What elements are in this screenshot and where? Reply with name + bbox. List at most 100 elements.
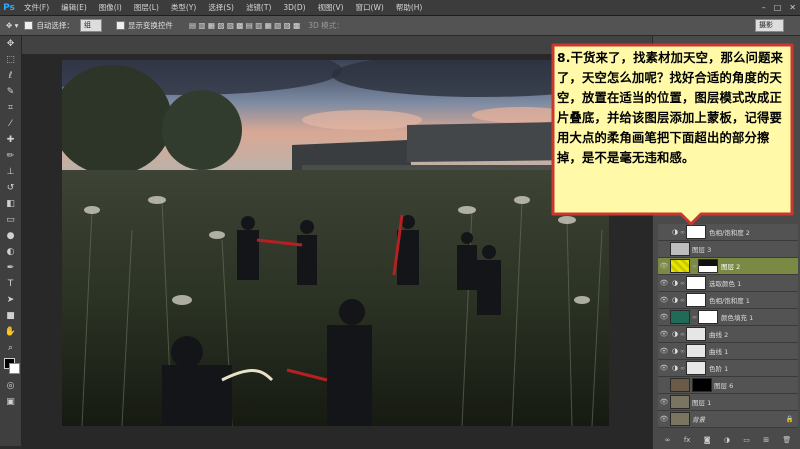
layer-row[interactable]: 👁 ◑ ∞ 曲线 1 (658, 343, 798, 360)
layer-mask-thumbnail[interactable] (698, 259, 718, 273)
blur-tool-icon[interactable]: ● (0, 228, 21, 244)
menu-image[interactable]: 图像(I) (93, 0, 128, 15)
layer-row[interactable]: 👁 ◑ ∞ 色相/饱和度 1 (658, 292, 798, 309)
layer-row[interactable]: 图层 3 (658, 241, 798, 258)
menu-layer[interactable]: 图层(L) (128, 0, 165, 15)
color-swatches[interactable] (0, 356, 21, 378)
layer-mask-thumbnail[interactable] (686, 344, 706, 358)
move-tool-icon[interactable]: ✥ (0, 36, 21, 52)
layer-row[interactable]: 👁 ◑ ∞ 选取颜色 1 (658, 275, 798, 292)
zoom-tool-icon[interactable]: ⌕ (0, 340, 21, 356)
layer-mask-thumbnail[interactable] (686, 327, 706, 341)
layer-name: 色阶 1 (709, 365, 729, 373)
layer-mask-thumbnail[interactable] (692, 378, 712, 392)
layer-row[interactable]: 👁 ∞ 颜色填充 1 (658, 309, 798, 326)
options-bar: ✥ ▾ 自动选择： 组 显示变换控件 ▤ ▥ ▦ ▧ ▨ ▩ ▤ ▥ ▦ ▧ ▨… (0, 16, 800, 36)
align-icons[interactable]: ▤ ▥ ▦ ▧ ▨ ▩ ▤ ▥ ▦ ▧ ▨ ▩ (189, 21, 300, 30)
link-icon[interactable]: ∞ (665, 436, 671, 444)
path-select-tool-icon[interactable]: ➤ (0, 292, 21, 308)
fill-color-thumbnail (670, 310, 690, 324)
crop-tool-icon[interactable]: ⌗ (0, 100, 21, 116)
eye-icon[interactable]: 👁 (658, 415, 670, 423)
adjustment-layer-icon: ◑ (671, 228, 679, 236)
adjustment-layer-icon: ◑ (671, 279, 679, 287)
layer-row[interactable]: 👁 图层 1 (658, 394, 798, 411)
document-image[interactable] (62, 60, 609, 426)
move-tool-preset-icon[interactable]: ✥ ▾ (6, 21, 18, 30)
layer-mask-thumbnail[interactable] (686, 293, 706, 307)
eye-icon[interactable]: 👁 (658, 347, 670, 355)
eye-icon[interactable]: 👁 (658, 364, 670, 372)
photoshop-logo-icon: Ps (3, 2, 15, 13)
menu-window[interactable]: 窗口(W) (350, 0, 390, 15)
lasso-tool-icon[interactable]: ℓ (0, 68, 21, 84)
annotation-text: 8.干货来了，找素材加天空，那么问题来了，天空怎么加呢？找好合适的角度的天空，放… (557, 51, 784, 165)
layer-row[interactable]: 👁 背景 🔒 (658, 411, 798, 428)
eye-icon[interactable]: 👁 (658, 262, 670, 270)
folder-icon[interactable]: ▭ (743, 436, 750, 444)
eye-icon[interactable]: 👁 (658, 313, 670, 321)
layer-mask-thumbnail[interactable] (698, 310, 718, 324)
layer-row[interactable]: 👁 ◑ ∞ 色阶 1 (658, 360, 798, 377)
eyedropper-tool-icon[interactable]: ⁄ (0, 116, 21, 132)
maximize-icon[interactable]: □ (774, 0, 782, 15)
menu-3d[interactable]: 3D(D) (277, 0, 311, 15)
screen-mode-icon[interactable]: ▣ (0, 394, 21, 410)
hand-tool-icon[interactable]: ✋ (0, 324, 21, 340)
menu-type[interactable]: 类型(Y) (165, 0, 202, 15)
menu-edit[interactable]: 编辑(E) (55, 0, 93, 15)
tools-panel: ✥ ⬚ ℓ ✎ ⌗ ⁄ ✚ ✏ ⊥ ↺ ◧ ▭ ● ◐ ✒ T ➤ ■ ✋ ⌕ … (0, 36, 22, 446)
history-brush-icon[interactable]: ↺ (0, 180, 21, 196)
marquee-tool-icon[interactable]: ⬚ (0, 52, 21, 68)
background-color-swatch[interactable] (9, 363, 20, 374)
layer-row[interactable]: ◑ ∞ 色相/饱和度 2 (658, 224, 798, 241)
close-icon[interactable]: ✕ (789, 0, 796, 15)
layer-name: 曲线 2 (709, 331, 729, 339)
layer-row[interactable]: 👁 ◑ ∞ 曲线 2 (658, 326, 798, 343)
quick-select-tool-icon[interactable]: ✎ (0, 84, 21, 100)
layers-footer: ∞ fx ◙ ◑ ▭ ⊞ 🗑 (658, 433, 798, 447)
mask-icon[interactable]: ◙ (704, 436, 711, 444)
layer-name: 图层 3 (692, 246, 712, 254)
curves-icon: ◑ (671, 347, 679, 355)
pen-tool-icon[interactable]: ✒ (0, 260, 21, 276)
auto-select-checkbox[interactable] (24, 21, 34, 30)
fx-icon[interactable]: fx (684, 436, 691, 444)
menu-filter[interactable]: 滤镜(T) (240, 0, 277, 15)
adjustment-icon[interactable]: ◑ (724, 436, 730, 444)
layer-row-active[interactable]: 👁 ∞ 图层 2 (658, 258, 798, 275)
type-tool-icon[interactable]: T (0, 276, 21, 292)
healing-brush-icon[interactable]: ✚ (0, 132, 21, 148)
quick-mask-icon[interactable]: ◎ (0, 378, 21, 394)
workspace-switcher[interactable]: 摄影 (755, 19, 784, 32)
layer-row[interactable]: 图层 6 (658, 377, 798, 394)
eye-icon[interactable]: 👁 (658, 330, 670, 338)
gradient-tool-icon[interactable]: ▭ (0, 212, 21, 228)
show-transform-checkbox[interactable] (115, 21, 125, 30)
lock-icon: 🔒 (785, 415, 794, 423)
layer-thumbnail (670, 395, 690, 409)
3d-mode-label: 3D 模式： (308, 21, 344, 30)
shape-tool-icon[interactable]: ■ (0, 308, 21, 324)
layer-thumbnail (670, 412, 690, 426)
auto-select-label: 自动选择： (36, 21, 74, 30)
eye-icon[interactable]: 👁 (658, 296, 670, 304)
brush-tool-icon[interactable]: ✏ (0, 148, 21, 164)
minimize-icon[interactable]: – (762, 0, 766, 15)
clone-stamp-icon[interactable]: ⊥ (0, 164, 21, 180)
trash-icon[interactable]: 🗑 (782, 436, 791, 444)
menu-select[interactable]: 选择(S) (202, 0, 240, 15)
menu-view[interactable]: 视图(V) (312, 0, 350, 15)
layer-mask-thumbnail[interactable] (686, 361, 706, 375)
new-layer-icon[interactable]: ⊞ (763, 436, 769, 444)
auto-select-dropdown[interactable]: 组 (79, 19, 102, 32)
layer-mask-thumbnail[interactable] (686, 225, 706, 239)
menu-file[interactable]: 文件(F) (18, 0, 55, 15)
eraser-tool-icon[interactable]: ◧ (0, 196, 21, 212)
dodge-tool-icon[interactable]: ◐ (0, 244, 21, 260)
layer-mask-thumbnail[interactable] (686, 276, 706, 290)
eye-icon[interactable]: 👁 (658, 398, 670, 406)
layer-thumbnail (670, 242, 690, 256)
eye-icon[interactable]: 👁 (658, 279, 670, 287)
menu-help[interactable]: 帮助(H) (390, 0, 429, 15)
